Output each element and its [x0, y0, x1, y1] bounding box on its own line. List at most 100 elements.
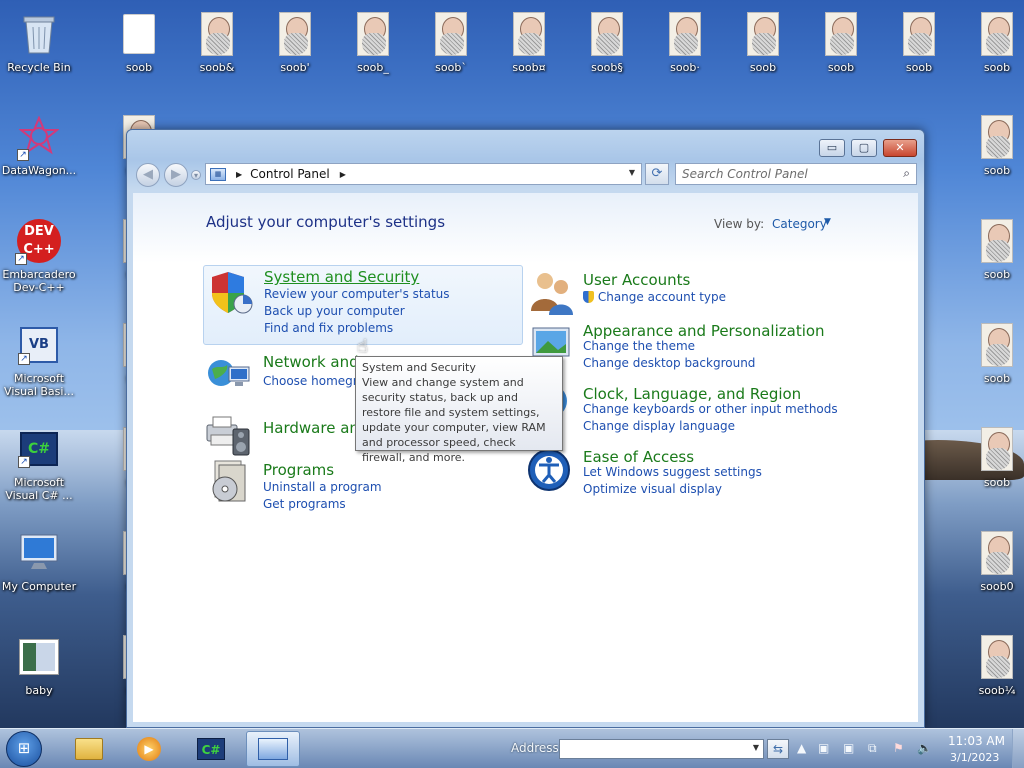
back-button[interactable]: ◀: [136, 163, 160, 187]
address-bar[interactable]: ▦ ▶ Control Panel ▶ ▼: [205, 163, 642, 185]
taskbar-explorer-button[interactable]: [62, 731, 116, 767]
clock-date[interactable]: 3/1/2023: [950, 751, 999, 764]
link-get-programs[interactable]: Get programs: [263, 497, 346, 511]
media-player-icon: ▶: [137, 737, 161, 761]
tray-icon-2[interactable]: ▣: [843, 741, 854, 755]
desktop-icon[interactable]: C# ↗ Microsoft Visual C# ...: [0, 418, 78, 504]
close-button[interactable]: ✕: [883, 139, 917, 157]
action-center-icon[interactable]: ⚑: [893, 741, 904, 755]
chevron-down-icon[interactable]: ▼: [824, 217, 831, 227]
bitmap-face-icon: [897, 11, 941, 57]
bitmap-face-icon: [585, 11, 629, 57]
desktop-icon[interactable]: My Computer: [0, 522, 78, 608]
tooltip-body: View and change system and security stat…: [362, 376, 546, 464]
control-panel-icon: [258, 738, 288, 760]
category-appearance[interactable]: Appearance and Personalization Change th…: [523, 320, 863, 370]
desktop-icon[interactable]: soob·: [646, 3, 724, 89]
desktop-icon[interactable]: soob: [958, 106, 1024, 192]
category-system-and-security[interactable]: System and Security Review your computer…: [203, 265, 523, 345]
desktop-icon[interactable]: soob: [880, 3, 958, 89]
category-title-programs[interactable]: Programs: [263, 461, 334, 479]
refresh-button[interactable]: ⟳: [645, 163, 669, 185]
desktop-icon[interactable]: soob¼: [958, 626, 1024, 712]
desktop-icon[interactable]: soob_: [334, 3, 412, 89]
desktop-icon[interactable]: soob: [958, 3, 1024, 89]
tray-expand-icon[interactable]: ▲: [797, 741, 806, 755]
desktop-icon[interactable]: DEV C++ ↗ Embarcadero Dev-C++: [0, 210, 78, 296]
datawagon-icon: ↗: [17, 114, 61, 161]
desktop-icon-label: soob`: [435, 61, 467, 74]
breadcrumb-arrow-icon[interactable]: ▶: [236, 170, 242, 179]
link-windows-suggest-settings[interactable]: Let Windows suggest settings: [583, 465, 762, 479]
start-orb-icon[interactable]: ⊞: [6, 731, 42, 767]
control-panel-content: Adjust your computer's settings View by:…: [133, 193, 918, 722]
taskbar-address-input[interactable]: ▼: [559, 739, 764, 759]
maximize-button[interactable]: ▢: [851, 139, 877, 157]
clock-time[interactable]: 11:03 AM: [948, 734, 1005, 748]
category-ease-of-access[interactable]: Ease of Access Let Windows suggest setti…: [523, 446, 863, 496]
bitmap-face-icon: [273, 11, 317, 57]
desktop-icon-label: soob': [280, 61, 310, 74]
view-by-dropdown[interactable]: Category: [772, 217, 827, 231]
desktop-icon[interactable]: soob0: [958, 522, 1024, 608]
desktop-icon[interactable]: soob§: [568, 3, 646, 89]
forward-button[interactable]: ▶: [164, 163, 188, 187]
category-title-user-accounts[interactable]: User Accounts: [583, 271, 690, 289]
category-title-ease-of-access[interactable]: Ease of Access: [583, 448, 694, 466]
view-by-label: View by:: [714, 217, 765, 231]
desktop-icon[interactable]: soob: [724, 3, 802, 89]
category-user-accounts[interactable]: User Accounts Change account type: [523, 269, 863, 315]
taskbar-address-go-button[interactable]: ⇆: [767, 739, 789, 759]
desktop-icon[interactable]: soob: [958, 418, 1024, 504]
image-file-icon: [17, 634, 61, 680]
search-input[interactable]: [682, 164, 892, 184]
link-find-fix[interactable]: Find and fix problems: [264, 321, 393, 335]
desktop-icon[interactable]: soob¤: [490, 3, 568, 89]
category-title-appearance[interactable]: Appearance and Personalization: [583, 322, 825, 340]
taskbar-media-player-button[interactable]: ▶: [122, 731, 176, 767]
desktop-icon[interactable]: soob: [100, 3, 178, 89]
search-box[interactable]: ⌕: [675, 163, 917, 185]
desktop-icon[interactable]: soob&: [178, 3, 256, 89]
category-title-clock-language-region[interactable]: Clock, Language, and Region: [583, 385, 801, 403]
link-review-status[interactable]: Review your computer's status: [264, 287, 450, 301]
desktop-icon[interactable]: soob: [958, 210, 1024, 296]
minimize-button[interactable]: ▭: [819, 139, 845, 157]
category-title-system-and-security[interactable]: System and Security: [264, 268, 419, 286]
link-change-keyboards[interactable]: Change keyboards or other input methods: [583, 402, 838, 416]
link-uninstall-program[interactable]: Uninstall a program: [263, 480, 382, 494]
breadcrumb-arrow-icon[interactable]: ▶: [340, 170, 346, 179]
desktop-icon-label: soob_: [357, 61, 389, 74]
category-clock-language-region[interactable]: Clock, Language, and Region Change keybo…: [523, 383, 863, 433]
recent-pages-button[interactable]: ▾: [191, 170, 201, 180]
taskbar-control-panel-button[interactable]: [246, 731, 300, 767]
tray-icon-1[interactable]: ▣: [818, 741, 829, 755]
volume-icon[interactable]: 🔈: [917, 741, 932, 755]
desktop-icon[interactable]: soob': [256, 3, 334, 89]
link-back-up[interactable]: Back up your computer: [264, 304, 405, 318]
address-dropdown-icon[interactable]: ▼: [629, 168, 635, 177]
desktop-icon-label: soob·: [670, 61, 700, 74]
link-change-display-language[interactable]: Change display language: [583, 419, 735, 433]
link-change-account-type-label[interactable]: Change account type: [598, 290, 726, 304]
bitmap-face-icon: [429, 11, 473, 57]
desktop-icon[interactable]: soob: [802, 3, 880, 89]
desktop-icon[interactable]: soob: [958, 314, 1024, 400]
link-change-background[interactable]: Change desktop background: [583, 356, 755, 370]
desktop-icon[interactable]: soob`: [412, 3, 490, 89]
desktop-icon[interactable]: Recycle Bin: [0, 3, 78, 89]
link-change-theme[interactable]: Change the theme: [583, 339, 695, 353]
breadcrumb-control-panel[interactable]: Control Panel: [250, 167, 330, 181]
bitmap-face-icon: [975, 426, 1019, 472]
taskbar-visual-csharp-button[interactable]: C#: [184, 731, 238, 767]
chevron-down-icon[interactable]: ▼: [753, 743, 759, 752]
desktop-icon[interactable]: ↗ DataWagon...: [0, 106, 78, 192]
network-icon[interactable]: ⧉: [868, 741, 877, 756]
bitmap-face-icon: [975, 11, 1019, 57]
link-optimize-visual-display[interactable]: Optimize visual display: [583, 482, 722, 496]
search-icon[interactable]: ⌕: [903, 166, 910, 181]
link-change-account-type[interactable]: Change account type: [583, 290, 726, 304]
show-desktop-button[interactable]: [1012, 729, 1024, 768]
desktop-icon[interactable]: baby: [0, 626, 78, 712]
desktop-icon[interactable]: VB ↗ Microsoft Visual Basi...: [0, 314, 78, 400]
